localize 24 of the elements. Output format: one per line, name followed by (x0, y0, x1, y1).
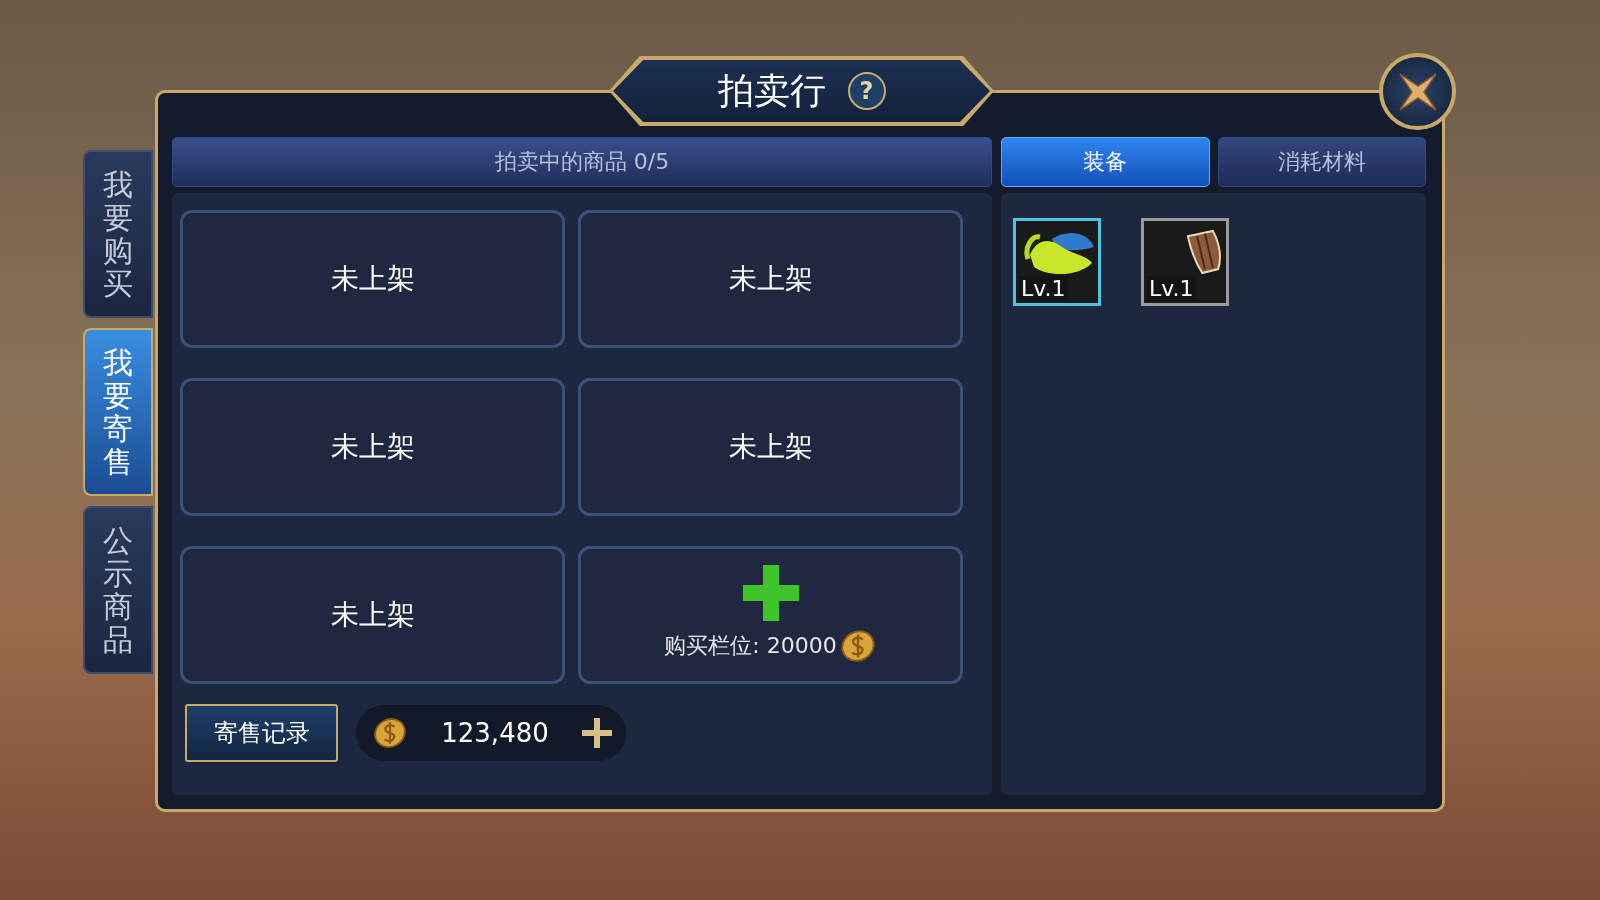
listing-slot[interactable]: 未上架 (578, 210, 963, 348)
window-title: 拍卖行 (717, 68, 826, 113)
plus-icon (742, 565, 799, 621)
add-currency-button[interactable] (582, 718, 612, 748)
currency-amount: 123,480 (441, 718, 549, 748)
coin-icon (372, 715, 408, 751)
plus-icon (582, 718, 612, 748)
listing-count-bar: 拍卖中的商品 0/5 (172, 137, 992, 187)
category-tab[interactable]: 装备 (1001, 137, 1210, 187)
side-tab[interactable]: 我要购买 (83, 150, 153, 318)
history-button[interactable]: 寄售记录 (185, 704, 338, 762)
category-tab[interactable]: 消耗材料 (1217, 137, 1426, 187)
coin-icon (838, 627, 877, 665)
help-button[interactable]: ? (847, 72, 886, 110)
item-slot[interactable]: Lv.1 (1013, 218, 1101, 306)
listing-slot[interactable]: 未上架 (180, 378, 565, 516)
item-slot[interactable]: Lv.1 (1141, 218, 1229, 306)
listing-slot[interactable]: 未上架 (180, 546, 565, 684)
side-tab[interactable]: 我要寄售 (83, 328, 153, 496)
side-tab[interactable]: 公示商品 (83, 506, 153, 674)
buy-slot-button[interactable]: 购买栏位: 20000 (578, 546, 963, 684)
listing-slot[interactable]: 未上架 (180, 210, 565, 348)
listing-slot[interactable]: 未上架 (578, 378, 963, 516)
buy-slot-price: 购买栏位: 20000 (664, 632, 837, 660)
